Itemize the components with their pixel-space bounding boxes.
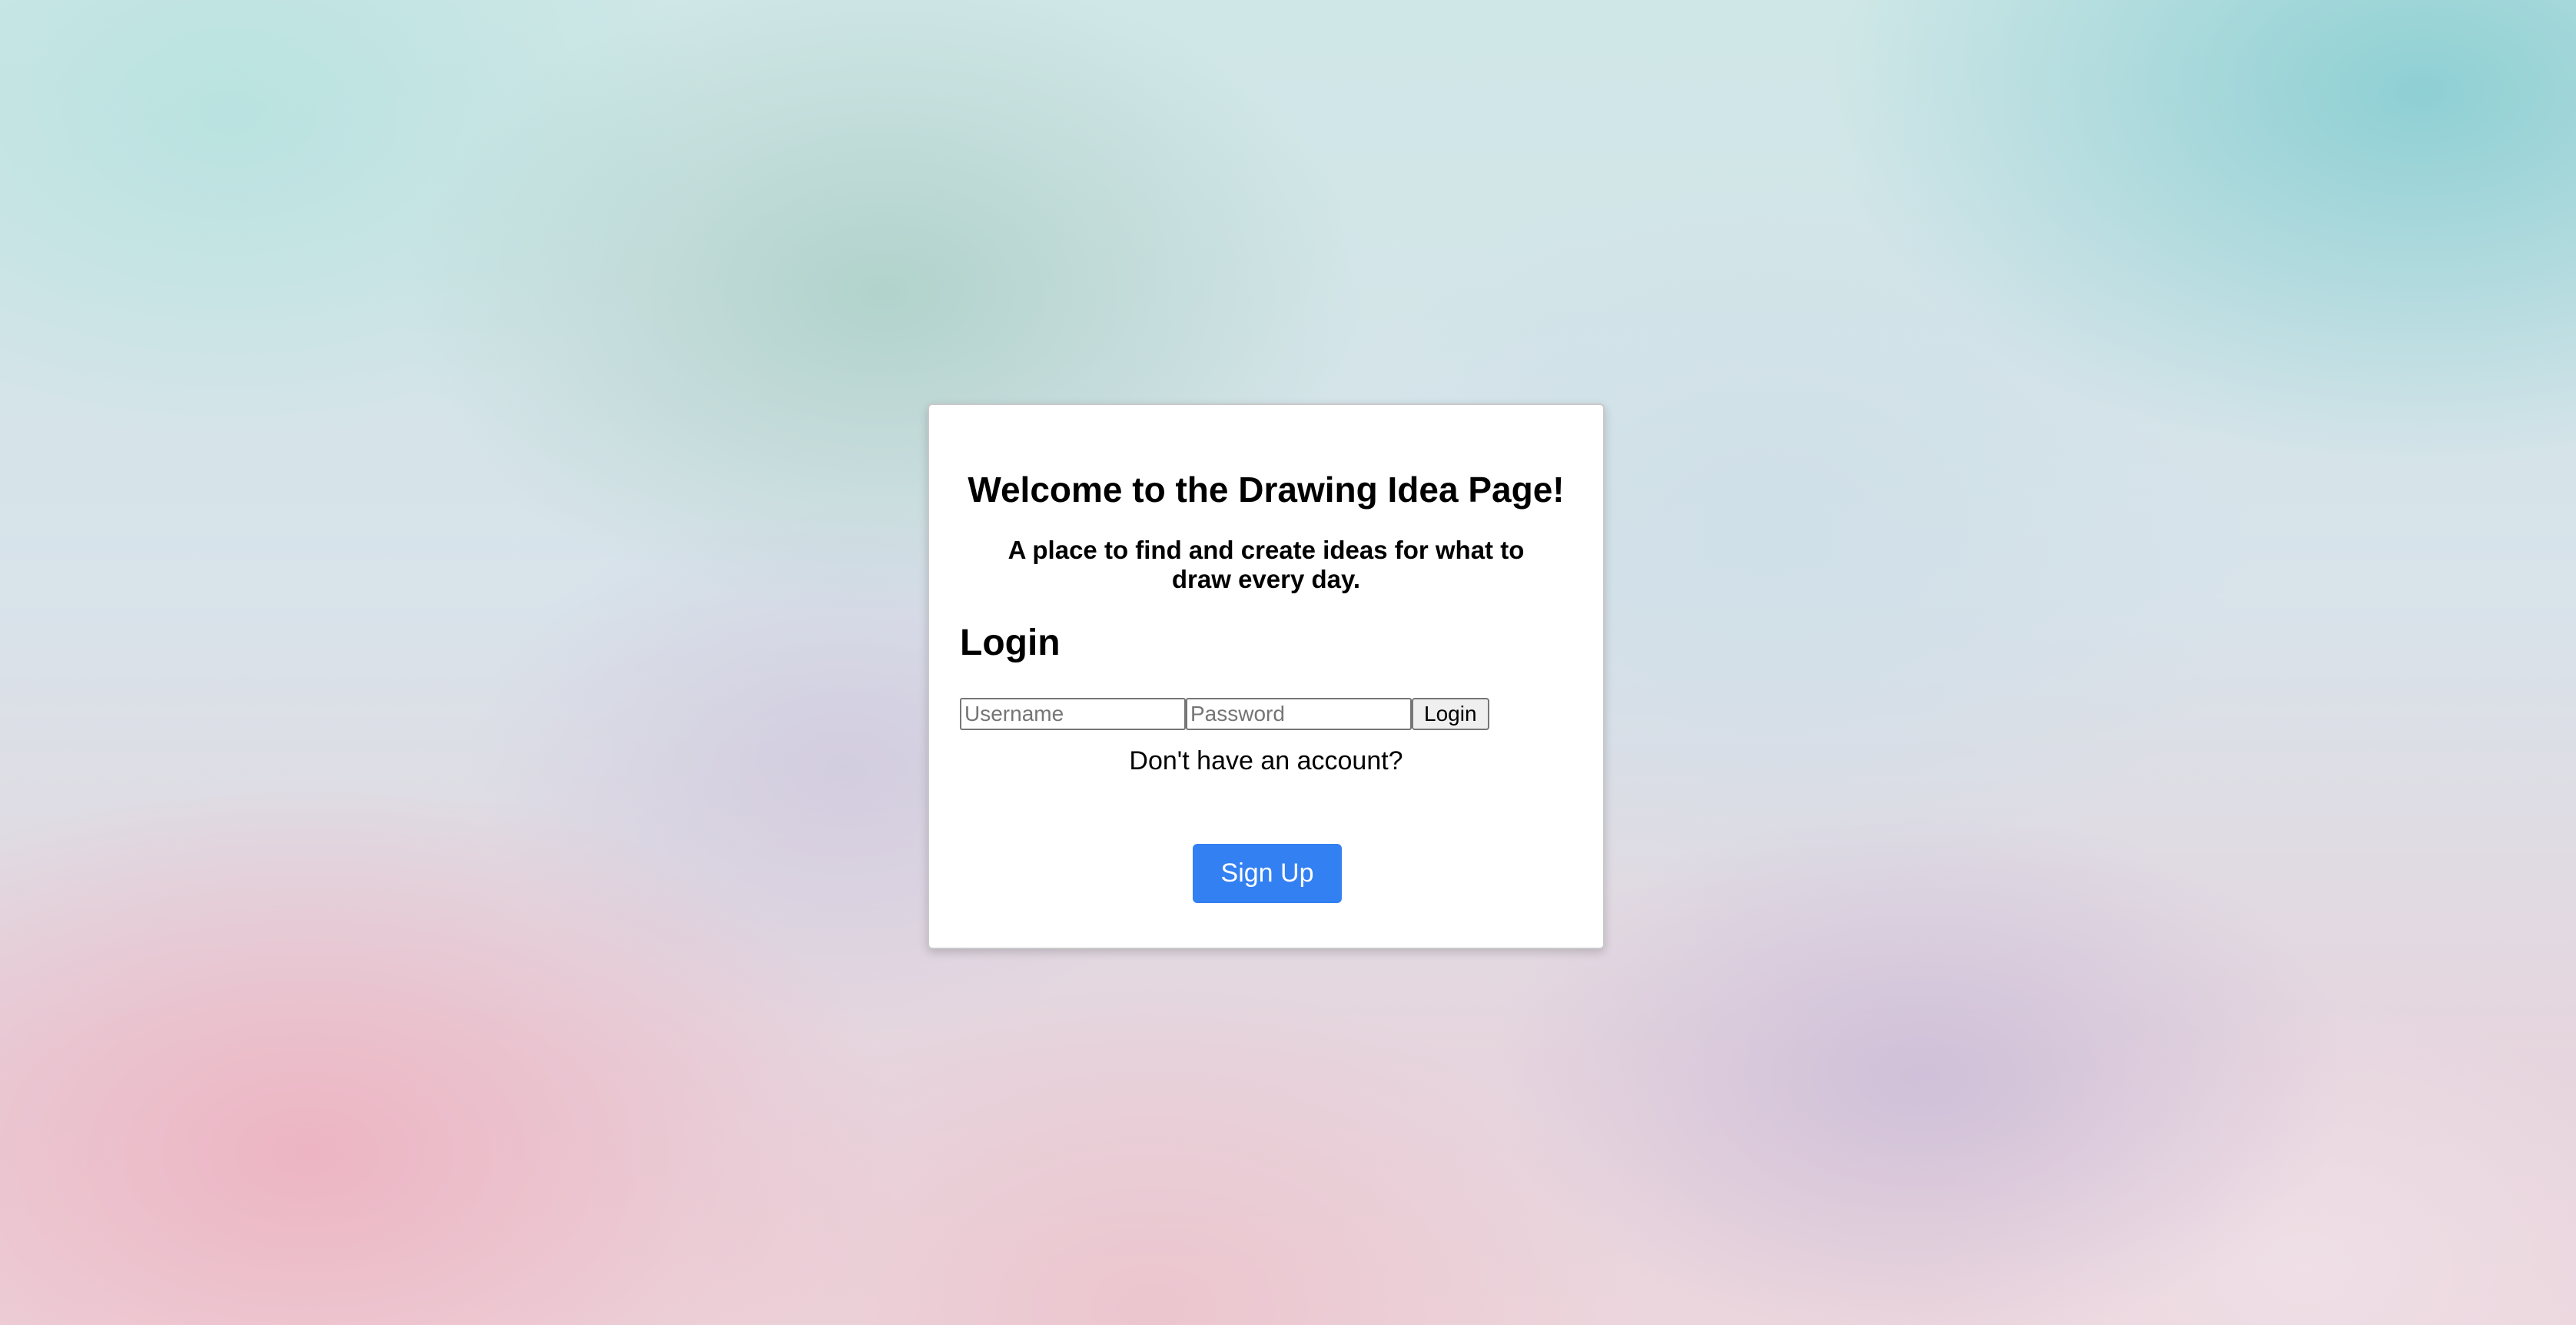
page-subtitle: A place to find and create ideas for wha… xyxy=(1007,536,1525,593)
sign-up-button[interactable]: Sign Up xyxy=(1193,844,1342,903)
username-input[interactable] xyxy=(960,698,1186,730)
login-heading: Login xyxy=(960,623,1061,663)
password-input[interactable] xyxy=(1186,698,1412,730)
signup-prompt: Don't have an account? xyxy=(1129,746,1403,775)
login-form: Login xyxy=(960,697,1489,731)
login-button[interactable]: Login xyxy=(1412,698,1489,730)
page-title: Welcome to the Drawing Idea Page! xyxy=(968,470,1565,510)
login-card: Welcome to the Drawing Idea Page! A plac… xyxy=(928,403,1605,949)
